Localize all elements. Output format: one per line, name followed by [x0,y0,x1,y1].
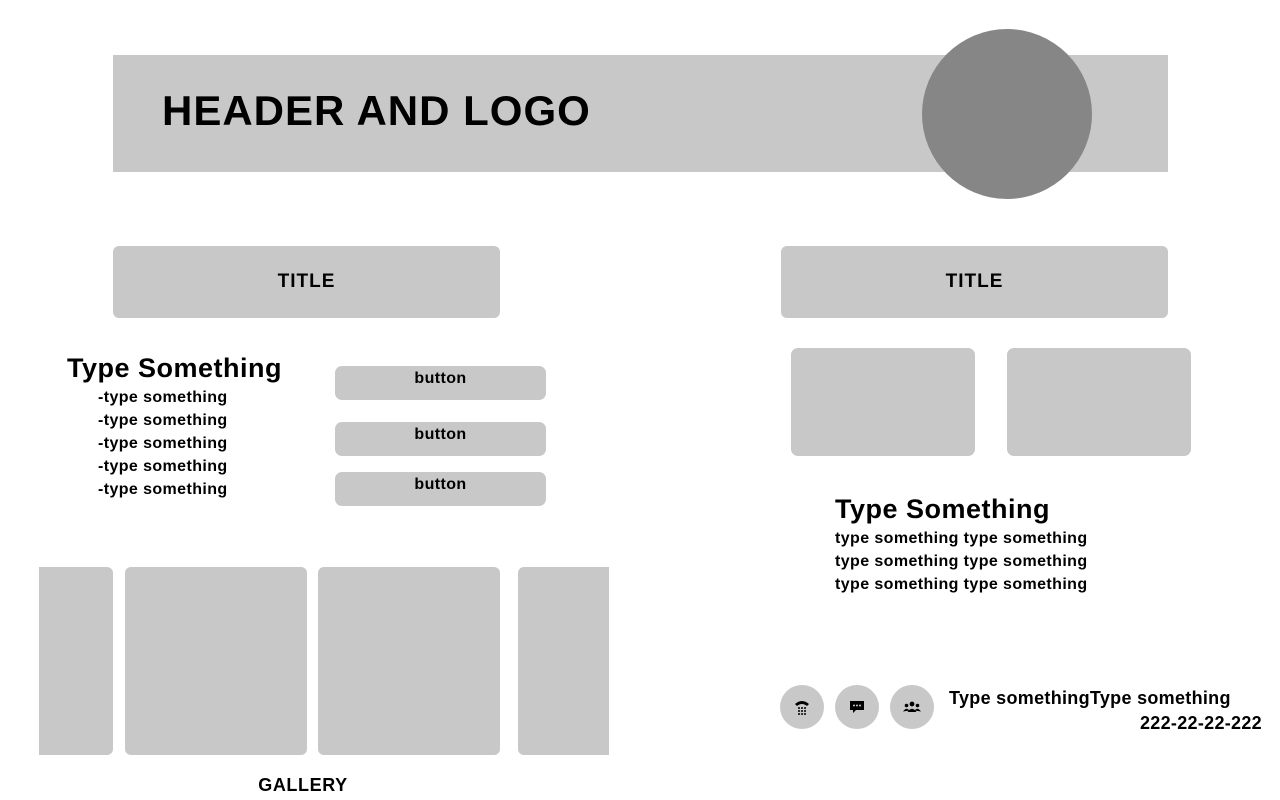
text-line: type something type something [835,576,1088,593]
image-placeholder [1007,348,1191,456]
contact-phone-number: 222-22-22-222 [1140,713,1262,733]
chat-button[interactable] [835,685,879,729]
left-title-text: TITLE [277,271,336,292]
header-title: HEADER AND LOGO [162,87,591,134]
list-item: -type something [98,412,228,429]
gallery-carousel[interactable] [39,567,609,755]
group-button[interactable] [890,685,934,729]
list-item: -type something [98,435,228,452]
button-2[interactable]: button [335,422,546,456]
button-1[interactable]: button [335,366,546,400]
list-item: -type something [98,389,228,406]
list-item: -type something [98,458,228,475]
image-placeholder [791,348,975,456]
chat-icon [850,701,864,713]
left-list: -type something -type something -type so… [98,386,228,501]
contact-text-a: Type something [949,688,1090,708]
right-title-box: TITLE [781,246,1168,318]
gallery-image[interactable] [318,567,500,755]
gallery-label: GALLERY [258,775,348,795]
gallery-image[interactable] [518,567,609,755]
phone-icon [795,701,809,715]
gallery-image[interactable] [39,567,113,755]
phone-button[interactable] [780,685,824,729]
right-text-block: type something type something type somet… [835,527,1088,596]
right-heading: Type Something [835,494,1051,524]
gallery-image[interactable] [125,567,307,755]
text-line: type something type something [835,530,1088,547]
right-title-text: TITLE [945,271,1004,292]
logo-placeholder[interactable] [922,29,1092,199]
left-heading: Type Something [67,353,283,383]
text-line: type something type something [835,553,1088,570]
left-title-box: TITLE [113,246,500,318]
contact-text-b: Type something [1089,688,1231,708]
list-item: -type something [98,481,228,498]
group-icon [903,701,921,712]
contact-line-1: Type somethingType something [949,686,1231,710]
button-3[interactable]: button [335,472,546,506]
